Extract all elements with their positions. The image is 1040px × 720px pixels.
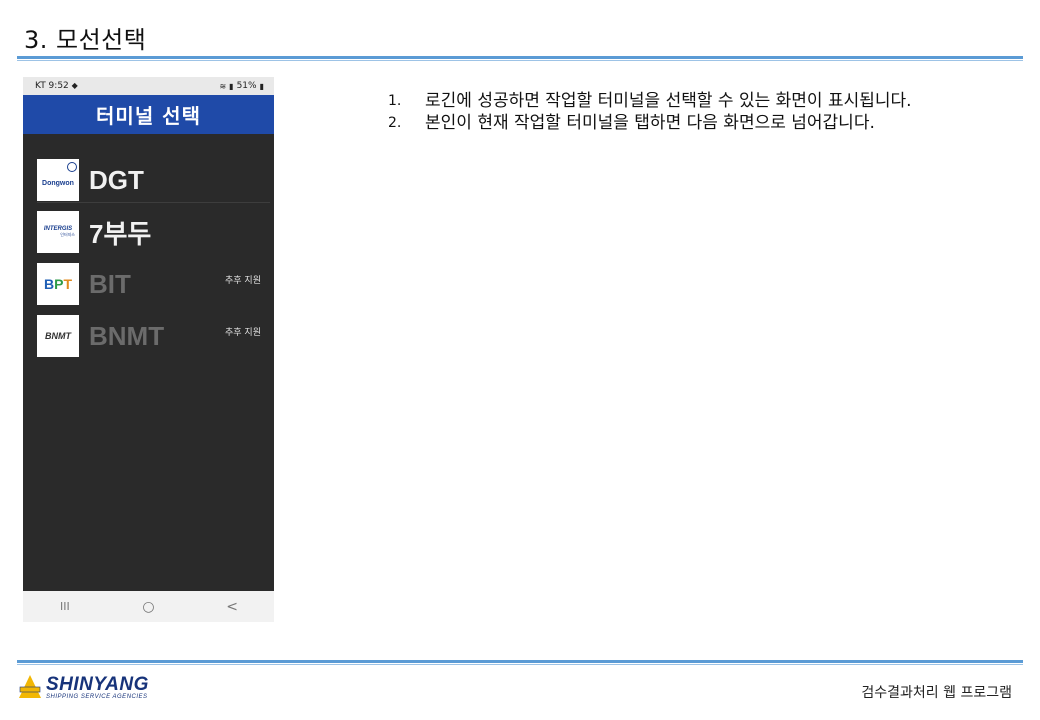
intergis-logo: INTERGIS 인터지스 xyxy=(37,211,79,253)
instruction-list: 1. 로긴에 성공하면 작업할 터미널을 선택할 수 있는 화면이 표시됩니다.… xyxy=(388,90,912,134)
notification-icon: ◆ xyxy=(71,81,78,90)
footer-caption: 검수결과처리 웹 프로그램 xyxy=(861,685,1012,701)
terminal-list: Dongwon DGT INTERGIS 인터지스 7부두 BPT BIT 추후… xyxy=(23,134,274,362)
home-icon[interactable]: ○ xyxy=(123,599,173,615)
support-note: 추후 지원 xyxy=(225,328,261,338)
battery-level: 51% xyxy=(236,81,257,91)
terminal-name: BNMT xyxy=(89,320,165,351)
terminal-item-bnmt[interactable]: BNMT BNMT 추후 지원 xyxy=(23,310,274,362)
brand-name: SHINYANG xyxy=(46,673,149,695)
terminal-name: DGT xyxy=(89,164,144,195)
shinyang-logo: SHINYANG SHIPPING SERVICE AGENCIES xyxy=(17,674,149,700)
terminal-name: 7부두 xyxy=(89,218,152,249)
dongwon-logo: Dongwon xyxy=(37,159,79,201)
phone-screenshot: KT 9:52 ◆ ≋ ▮ 51% ▮ 터미널 선택 Dongwon DGT I… xyxy=(23,77,274,622)
terminal-item-bit[interactable]: BPT BIT 추후 지원 xyxy=(23,258,274,310)
terminal-item-dgt[interactable]: Dongwon DGT xyxy=(23,154,274,206)
signal-icon: ▮ xyxy=(229,81,234,91)
shinyang-emblem-icon xyxy=(19,675,41,698)
support-note: 추후 지원 xyxy=(225,276,261,286)
footer-rule xyxy=(17,660,1023,665)
terminal-name: BIT xyxy=(89,268,131,299)
battery-icon: ▮ xyxy=(259,81,264,91)
app-header: 터미널 선택 xyxy=(23,95,274,134)
instruction-item: 1. 로긴에 성공하면 작업할 터미널을 선택할 수 있는 화면이 표시됩니다. xyxy=(388,91,912,111)
header-rule xyxy=(17,56,1023,61)
brand-subtitle: SHIPPING SERVICE AGENCIES xyxy=(46,693,148,700)
recent-apps-icon[interactable]: III xyxy=(40,600,90,613)
terminal-item-7budu[interactable]: INTERGIS 인터지스 7부두 xyxy=(23,206,274,258)
back-icon[interactable]: < xyxy=(207,599,257,615)
android-nav-bar: III ○ < xyxy=(23,591,274,622)
instruction-item: 2. 본인이 현재 작업할 터미널을 탭하면 다음 화면으로 넘어갑니다. xyxy=(388,113,875,133)
slide-title: 3. 모선선택 xyxy=(24,26,147,54)
app-header-title: 터미널 선택 xyxy=(96,104,201,128)
status-bar: KT 9:52 ◆ ≋ ▮ 51% ▮ xyxy=(23,77,274,95)
status-carrier-time: KT 9:52 ◆ xyxy=(35,81,78,91)
bnmt-logo: BNMT xyxy=(37,315,79,357)
wifi-icon: ≋ xyxy=(219,81,227,91)
bpt-logo: BPT xyxy=(37,263,79,305)
